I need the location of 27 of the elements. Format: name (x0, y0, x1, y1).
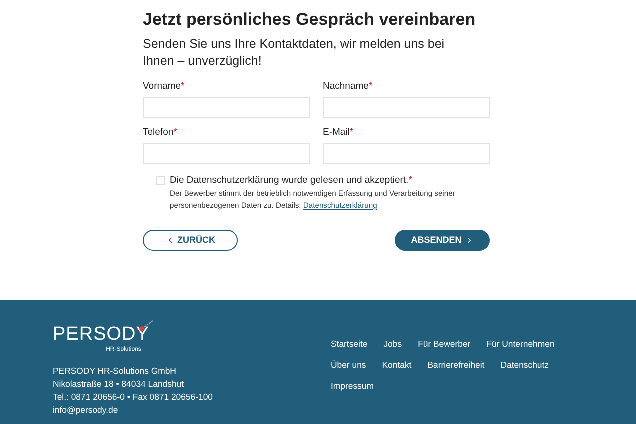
address-line: Tel.: 0871 20656-0 • Fax 0871 20656-100 (53, 391, 214, 404)
consent-checkbox[interactable] (156, 176, 165, 185)
address-line: Nikolastraße 18 • 84034 Landshut (53, 378, 184, 391)
field-label: Vorname* (143, 81, 185, 93)
footer-link[interactable]: Jobs (384, 338, 402, 351)
footer-link[interactable]: Barrierefreiheit (428, 359, 485, 372)
field-label: Nachname* (323, 81, 373, 93)
back-button[interactable]: ZURÜCK (143, 230, 238, 251)
footer-link[interactable]: Für Unternehmen (486, 338, 555, 351)
input-field[interactable] (323, 143, 490, 164)
submit-button[interactable]: ABSENDEN (395, 230, 490, 251)
field-label: Telefon* (143, 127, 178, 139)
form-title: Jetzt persönliches Gespräch vereinbaren (143, 10, 476, 30)
address-line: info@persody.de (53, 404, 118, 417)
address-line: PERSODY HR-Solutions GmbH (53, 365, 176, 378)
footer-link[interactable]: Kontakt (382, 359, 412, 372)
footer-link[interactable]: Startseite (331, 338, 368, 351)
footer-link[interactable]: Für Bewerber (418, 338, 471, 351)
consent-label: Die Datenschutzerklärung wurde gelesen und akzeptiert.* (170, 174, 412, 187)
form-intro: Senden Sie uns Ihre Kontaktdaten, wir melden uns bei Ihnen – unverzüglich! (143, 36, 446, 70)
footer-link[interactable]: Impressum (331, 380, 374, 393)
input-field[interactable] (323, 97, 490, 118)
footer-link[interactable]: Über uns (331, 359, 366, 372)
input-field[interactable] (143, 143, 310, 164)
footer-link[interactable]: Datenschutz (500, 359, 550, 372)
input-field[interactable] (143, 97, 310, 118)
field-label: E-Mail* (323, 127, 354, 139)
